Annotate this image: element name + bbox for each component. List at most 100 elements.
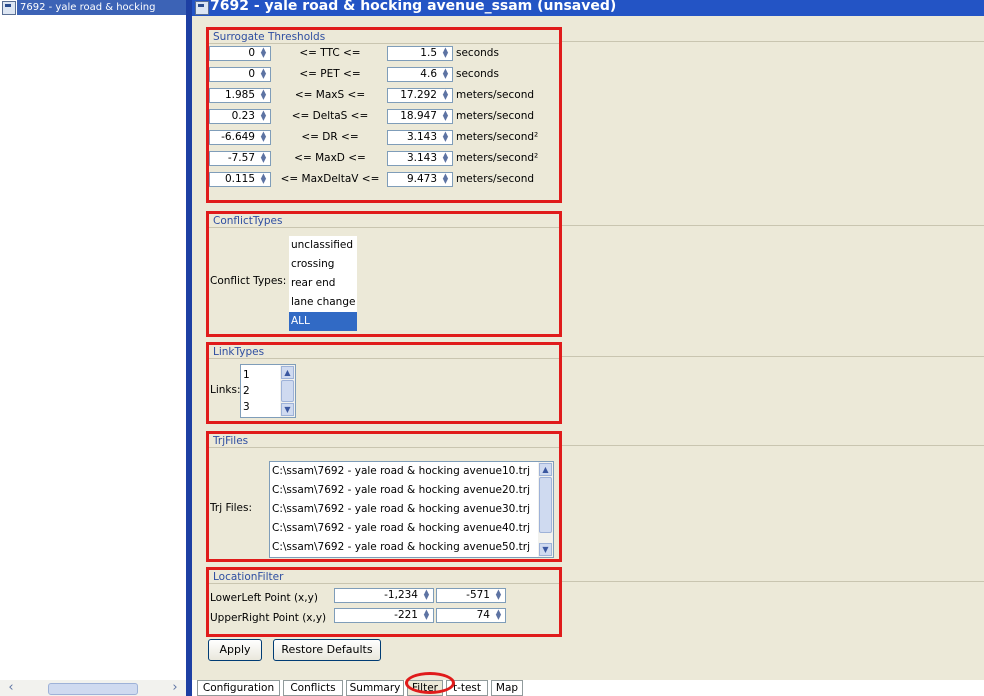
threshold-min-value: 0.23 <box>231 110 255 122</box>
scroll-thumb[interactable] <box>539 477 552 533</box>
apply-button[interactable]: Apply <box>208 639 262 661</box>
upper-right-y-spinner[interactable]: 74 ▲ ▼ <box>436 608 506 623</box>
threshold-unit: seconds <box>456 68 499 80</box>
left-horizontal-scrollbar[interactable]: ‹ › <box>0 680 186 696</box>
trj-file-item[interactable]: C:\ssam\7692 - yale road & hocking avenu… <box>270 500 553 519</box>
up-down-arrows-icon[interactable]: ▲ ▼ <box>259 131 268 143</box>
up-down-arrows-icon[interactable]: ▲ ▼ <box>494 609 503 621</box>
threshold-max-value: 4.6 <box>420 68 437 80</box>
threshold-max-spinner[interactable]: 17.292 ▲ ▼ <box>387 88 453 103</box>
conflict-type-option[interactable]: rear end <box>289 274 357 293</box>
threshold-min-spinner[interactable]: 0.115 ▲ ▼ <box>209 172 271 187</box>
threshold-unit: seconds <box>456 47 499 59</box>
threshold-max-spinner[interactable]: 9.473 ▲ ▼ <box>387 172 453 187</box>
threshold-max-value: 18.947 <box>400 110 437 122</box>
up-down-arrows-icon[interactable]: ▲ ▼ <box>259 110 268 122</box>
up-down-arrows-icon[interactable]: ▲ ▼ <box>494 589 503 601</box>
threshold-max-spinner[interactable]: 3.143 ▲ ▼ <box>387 151 453 166</box>
up-down-arrows-icon[interactable]: ▲ ▼ <box>259 68 268 80</box>
up-down-arrows-icon[interactable]: ▲ ▼ <box>441 173 450 185</box>
up-down-arrows-icon[interactable]: ▲ ▼ <box>441 89 450 101</box>
up-down-arrows-icon[interactable]: ▲ ▼ <box>259 89 268 101</box>
up-down-arrows-icon[interactable]: ▲ ▼ <box>441 131 450 143</box>
value: -221 <box>394 609 418 621</box>
threshold-min-value: 0 <box>248 47 255 59</box>
lower-left-x-spinner[interactable]: -1,234 ▲ ▼ <box>334 588 434 603</box>
chevron-down-icon[interactable]: ▼ <box>281 403 294 416</box>
tab-summary[interactable]: Summary <box>346 680 404 696</box>
conflict-type-option[interactable]: unclassified <box>289 236 357 255</box>
up-down-arrows-icon[interactable]: ▲ ▼ <box>259 152 268 164</box>
threshold-min-spinner[interactable]: 0 ▲ ▼ <box>209 46 271 61</box>
chevron-up-icon[interactable]: ▲ <box>539 463 552 476</box>
conflict-type-option[interactable]: ALL <box>289 312 357 331</box>
up-down-arrows-icon[interactable]: ▲ ▼ <box>259 47 268 59</box>
chevron-right-icon[interactable]: › <box>168 681 182 695</box>
section-title: LinkTypes <box>213 346 265 358</box>
conflict-types-list[interactable]: unclassified crossing rear end lane change A… <box>289 236 357 331</box>
links-label: Links: <box>210 384 241 396</box>
links-list[interactable]: 123 ▲ ▼ <box>240 364 296 418</box>
tab-map[interactable]: Map <box>491 680 523 696</box>
threshold-max-value: 17.292 <box>400 89 437 101</box>
threshold-min-spinner[interactable]: 1.985 ▲ ▼ <box>209 88 271 103</box>
threshold-min-value: -6.649 <box>221 131 255 143</box>
threshold-max-spinner[interactable]: 18.947 ▲ ▼ <box>387 109 453 124</box>
trj-file-item[interactable]: C:\ssam\7692 - yale road & hocking avenu… <box>270 462 553 481</box>
tab-configuration[interactable]: Configuration <box>197 680 280 696</box>
scroll-thumb[interactable] <box>48 683 138 695</box>
restore-defaults-button[interactable]: Restore Defaults <box>273 639 381 661</box>
chevron-down-icon[interactable]: ▼ <box>539 543 552 556</box>
threshold-label: <= DR <= <box>301 131 359 143</box>
up-down-arrows-icon[interactable]: ▲ ▼ <box>441 152 450 164</box>
section-title: Surrogate Thresholds <box>213 31 326 43</box>
threshold-min-spinner[interactable]: 0 ▲ ▼ <box>209 67 271 82</box>
up-down-arrows-icon[interactable]: ▲ ▼ <box>259 173 268 185</box>
scroll-thumb[interactable] <box>281 380 294 402</box>
chevron-left-icon[interactable]: ‹ <box>4 681 18 695</box>
links-scrollbar[interactable]: ▲ ▼ <box>280 365 295 417</box>
threshold-min-spinner[interactable]: 0.23 ▲ ▼ <box>209 109 271 124</box>
threshold-label: <= PET <= <box>299 68 361 80</box>
tab-conflicts[interactable]: Conflicts <box>283 680 343 696</box>
window-title: 7692 - yale road & hocking avenue_ssam (… <box>210 0 617 14</box>
title-bar[interactable]: 7692 - yale road & hocking avenue_ssam (… <box>192 0 984 16</box>
threshold-min-spinner[interactable]: -6.649 ▲ ▼ <box>209 130 271 145</box>
conflict-type-option[interactable]: crossing <box>289 255 357 274</box>
window-icon <box>2 1 16 15</box>
tab-bar: Configuration Conflicts Summary Filter t… <box>192 680 984 696</box>
threshold-max-spinner[interactable]: 4.6 ▲ ▼ <box>387 67 453 82</box>
threshold-label: <= MaxDeltaV <= <box>280 173 380 185</box>
threshold-max-spinner[interactable]: 3.143 ▲ ▼ <box>387 130 453 145</box>
trj-files-scrollbar[interactable]: ▲ ▼ <box>538 462 553 557</box>
up-down-arrows-icon[interactable]: ▲ ▼ <box>422 609 431 621</box>
up-down-arrows-icon[interactable]: ▲ ▼ <box>441 68 450 80</box>
threshold-label: <= TTC <= <box>299 47 361 59</box>
trj-files-section: TrjFiles Trj Files: C:\ssam\7692 - yale … <box>206 431 562 562</box>
threshold-max-value: 1.5 <box>420 47 437 59</box>
filter-panel: Surrogate Thresholds 0 ▲ ▼ <= TTC <= 1.5 ▲ ▼ se… <box>192 16 984 680</box>
lower-left-y-spinner[interactable]: -571 ▲ ▼ <box>436 588 506 603</box>
conflict-type-option[interactable]: lane change <box>289 293 357 312</box>
chevron-up-icon[interactable]: ▲ <box>281 366 294 379</box>
up-down-arrows-icon[interactable]: ▲ ▼ <box>422 589 431 601</box>
threshold-label: <= MaxS <= <box>294 89 366 101</box>
section-title: ConflictTypes <box>213 215 283 227</box>
trj-files-list[interactable]: C:\ssam\7692 - yale road & hocking avenu… <box>269 461 554 558</box>
upper-right-x-spinner[interactable]: -221 ▲ ▼ <box>334 608 434 623</box>
conflict-types-label: Conflict Types: <box>210 275 287 287</box>
up-down-arrows-icon[interactable]: ▲ ▼ <box>441 47 450 59</box>
trj-file-item[interactable]: C:\ssam\7692 - yale road & hocking avenu… <box>270 538 553 557</box>
threshold-unit: meters/second <box>456 89 535 101</box>
threshold-min-value: -7.57 <box>227 152 255 164</box>
left-window-title[interactable]: 7692 - yale road & hocking <box>17 0 187 15</box>
surrogate-thresholds-section: Surrogate Thresholds 0 ▲ ▼ <= TTC <= 1.5 ▲ ▼ se… <box>206 27 562 203</box>
threshold-max-spinner[interactable]: 1.5 ▲ ▼ <box>387 46 453 61</box>
threshold-min-spinner[interactable]: -7.57 ▲ ▼ <box>209 151 271 166</box>
threshold-unit: meters/second² <box>456 152 539 164</box>
trj-file-item[interactable]: C:\ssam\7692 - yale road & hocking avenu… <box>270 519 553 538</box>
section-title: LocationFilter <box>213 571 284 583</box>
trj-file-item[interactable]: C:\ssam\7692 - yale road & hocking avenu… <box>270 481 553 500</box>
up-down-arrows-icon[interactable]: ▲ ▼ <box>441 110 450 122</box>
filter-tab-highlight <box>405 672 455 694</box>
